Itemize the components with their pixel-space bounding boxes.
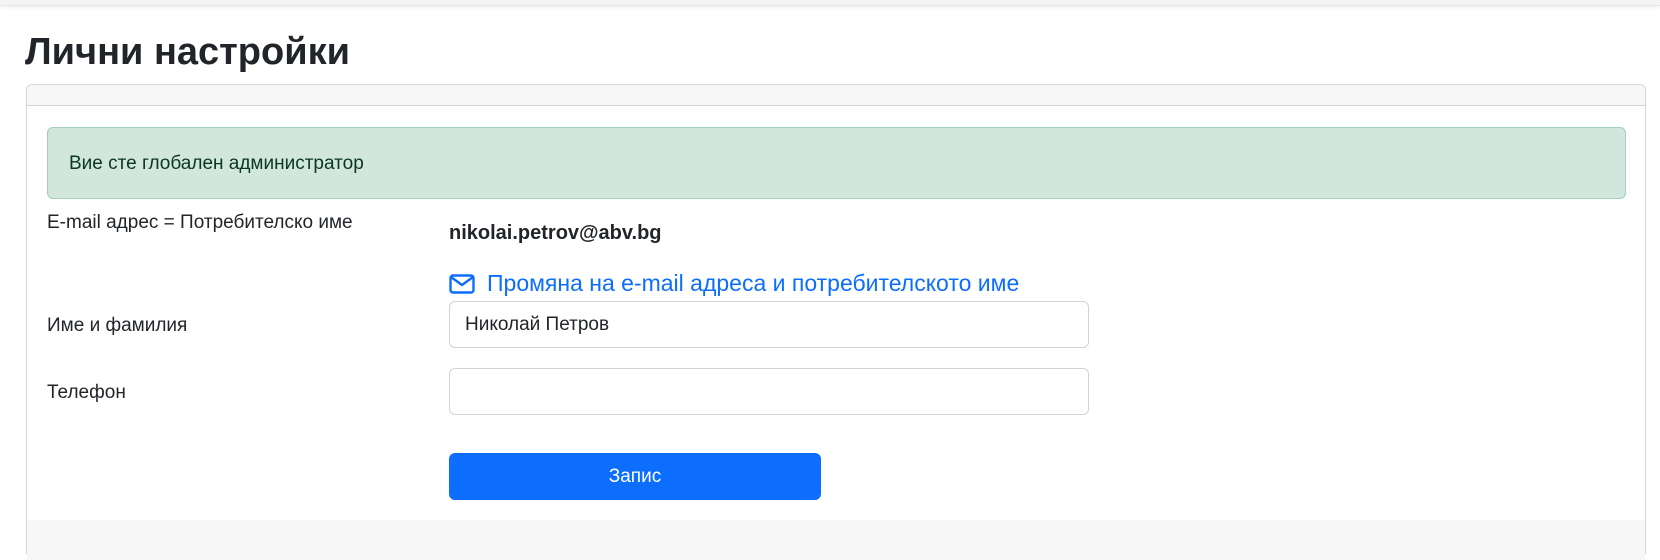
global-admin-alert: Вие сте глобален администратор	[47, 127, 1626, 199]
phone-label: Телефон	[47, 382, 126, 403]
top-navbar-edge	[0, 0, 1660, 6]
card-footer	[27, 520, 1645, 560]
email-label: E-mail адрес = Потребителско име	[47, 212, 353, 233]
full-name-input[interactable]	[449, 301, 1089, 348]
name-label: Име и фамилия	[47, 315, 188, 336]
change-email-link[interactable]: Промяна на e-mail адреса и потребителско…	[449, 270, 1019, 297]
change-email-link-label: Промяна на e-mail адреса и потребителско…	[487, 270, 1020, 296]
card-header	[27, 85, 1645, 106]
phone-input[interactable]	[449, 368, 1089, 415]
page-title: Лични настройки	[25, 31, 350, 73]
settings-card: Вие сте глобален администратор E-mail ад…	[26, 84, 1646, 560]
save-button[interactable]: Запис	[449, 453, 821, 500]
email-value: nikolai.petrov@abv.bg	[449, 222, 662, 244]
envelope-icon	[449, 273, 475, 294]
